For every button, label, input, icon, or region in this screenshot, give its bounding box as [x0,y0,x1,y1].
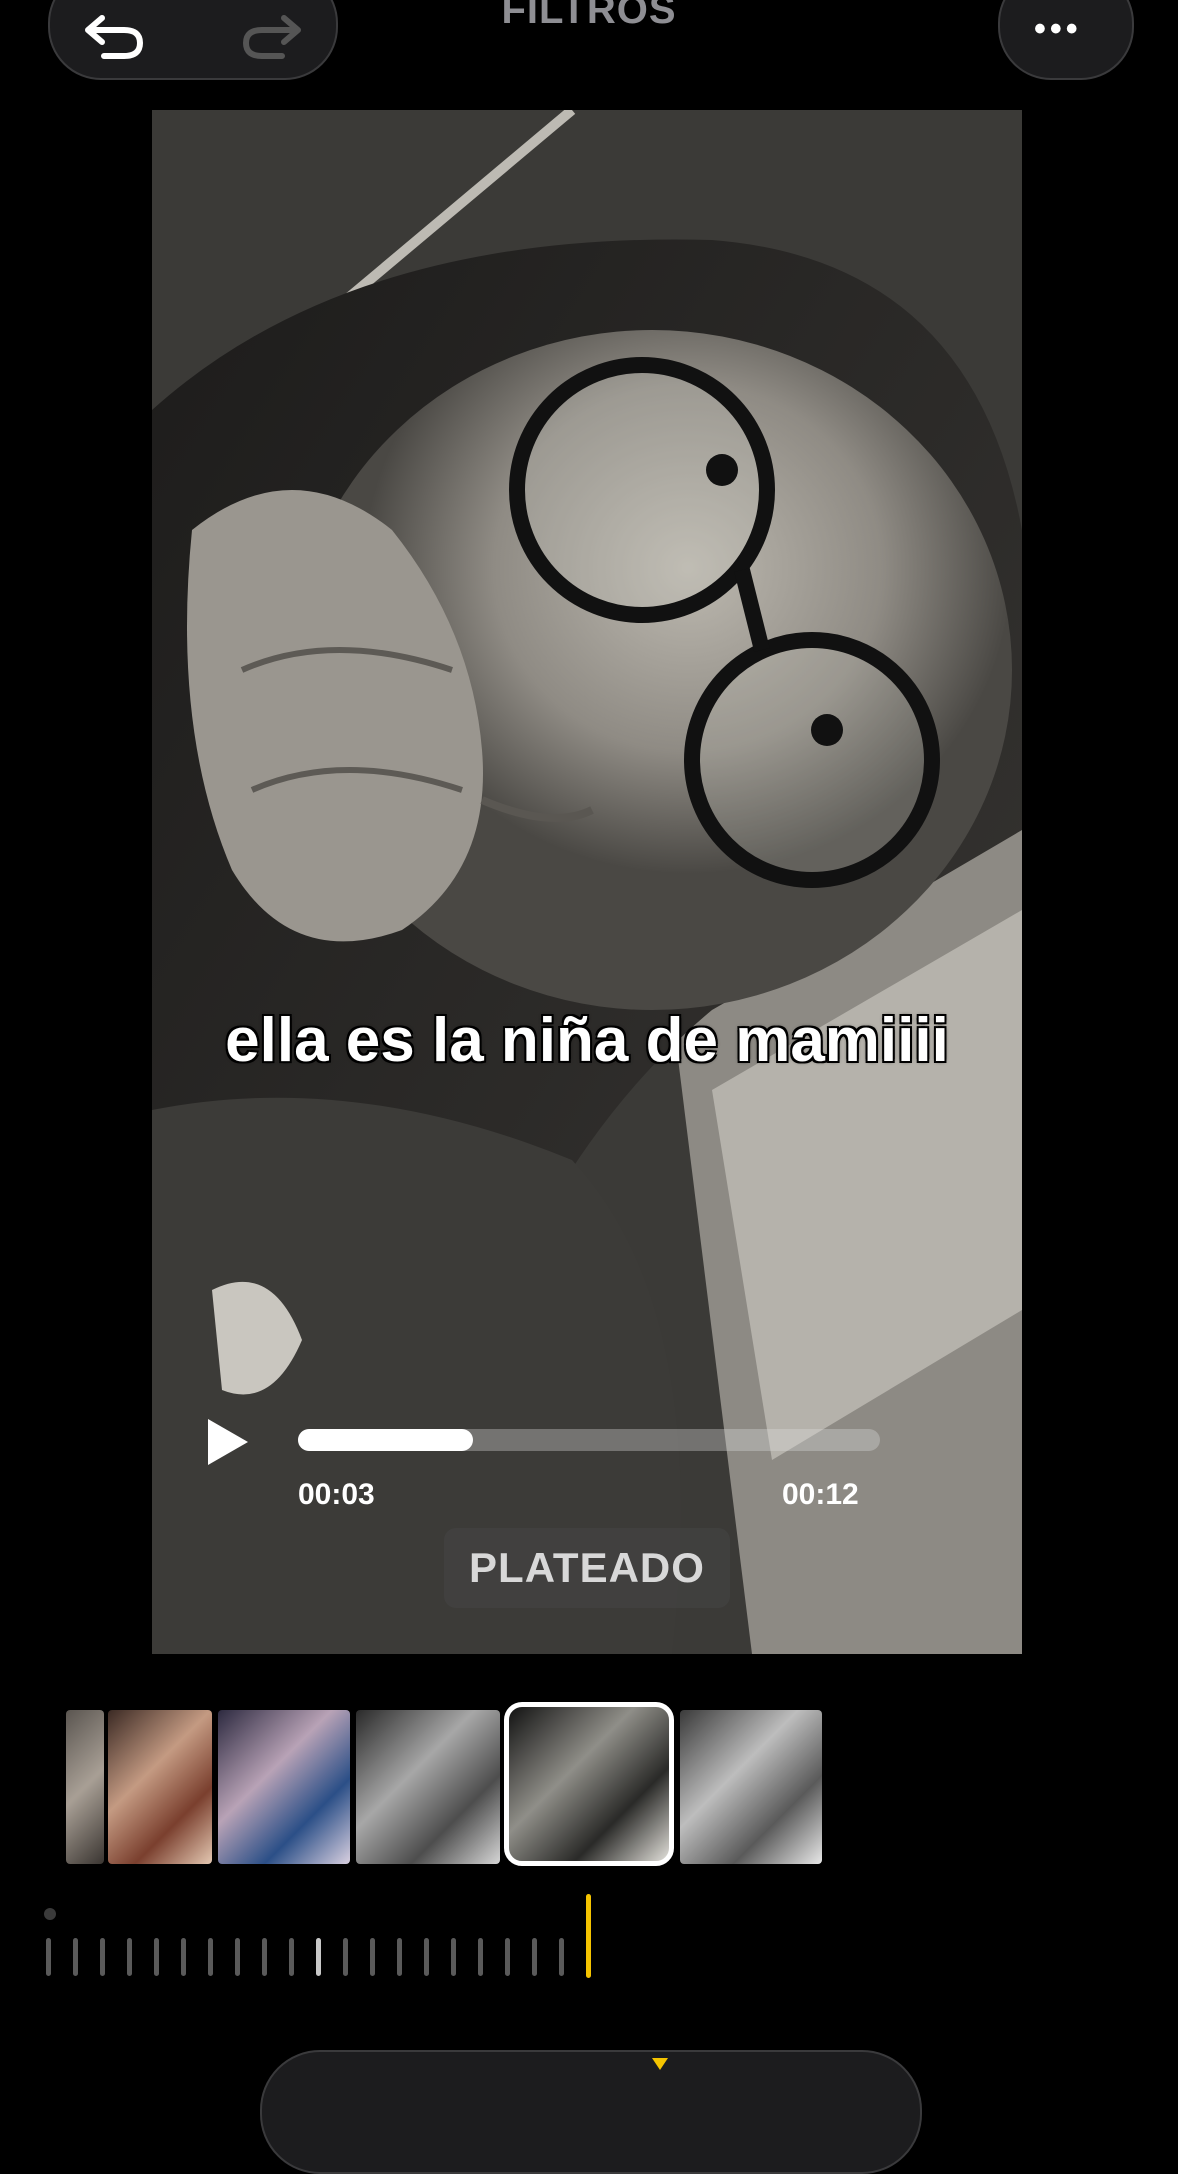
more-options-button[interactable]: ••• [998,0,1134,80]
filter-thumb-plateado-selected[interactable] [504,1702,674,1866]
filter-thumb-cool[interactable] [218,1710,350,1864]
more-icon: ••• [1034,10,1082,48]
scrubber-tick [370,1938,375,1976]
play-button[interactable] [204,1415,252,1469]
scrubber-tick [478,1938,483,1976]
filter-name-badge: PLATEADO [444,1528,730,1608]
scrubber-origin-dot [44,1908,56,1920]
scrubber-tick [397,1938,402,1976]
scrubber-tick [316,1938,321,1976]
scrubber-tick [73,1938,78,1976]
scrubber-tick [262,1938,267,1976]
scrubber-tick [181,1938,186,1976]
scrubber-tick [46,1938,51,1976]
scrubber-playhead[interactable] [586,1894,591,1978]
filter-thumb-mono[interactable] [356,1710,500,1864]
scrubber-tick [424,1938,429,1976]
scrubber-tick [532,1938,537,1976]
scrubber-tick [154,1938,159,1976]
active-tool-indicator [652,2058,668,2070]
scrubber-tick [343,1938,348,1976]
current-time: 00:03 [298,1478,375,1511]
scrubber-tick [208,1938,213,1976]
photo-scene [152,110,1022,1654]
scrubber-tick [505,1938,510,1976]
scrubber-tick [289,1938,294,1976]
progress-fill [298,1429,473,1451]
video-caption: ella es la niña de mamiiii [225,1006,949,1075]
intensity-scrubber[interactable] [0,1890,1178,1980]
scrubber-tick [235,1938,240,1976]
total-time: 00:12 [782,1478,859,1511]
filter-thumb-warm[interactable] [108,1710,212,1864]
photo-preview[interactable]: ella es la niña de mamiiii 00:03 00:12 P… [152,110,1022,1654]
filter-thumb-noir[interactable] [680,1710,822,1864]
scrubber-tick [127,1938,132,1976]
filter-thumb-partial[interactable] [66,1710,104,1864]
progress-bar[interactable] [298,1429,880,1451]
scrubber-tick [100,1938,105,1976]
scrubber-tick [559,1938,564,1976]
filter-strip [0,1702,1178,1866]
scrubber-tick [451,1938,456,1976]
play-icon [208,1419,248,1465]
bottom-toolbar [260,2050,922,2174]
